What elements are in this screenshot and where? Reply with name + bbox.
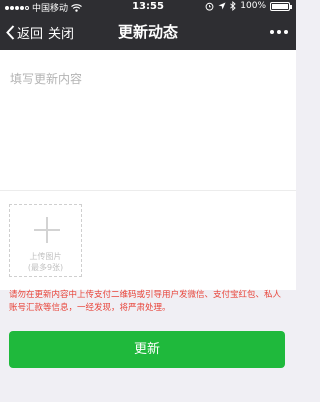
upload-label: 上传图片 <box>29 252 62 261</box>
close-button[interactable]: 关闭 <box>48 14 74 50</box>
battery-percent: 100% <box>240 1 266 11</box>
more-dot-icon <box>284 30 288 34</box>
upload-limit: (最多9张) <box>27 263 64 272</box>
status-right: 100% <box>205 1 292 11</box>
submit-update-button[interactable]: 更新 <box>9 331 285 368</box>
status-bar: 中国移动 13:55 100% <box>0 0 296 14</box>
more-dot-icon <box>277 30 281 34</box>
update-content-input[interactable] <box>0 50 296 190</box>
upload-image-button[interactable]: 上传图片 (最多9张) <box>9 204 82 277</box>
chevron-left-icon <box>6 24 15 40</box>
bluetooth-icon <box>230 1 236 11</box>
photo-section: 上传图片 (最多9张) <box>0 190 296 290</box>
plus-icon <box>34 217 60 243</box>
more-options-button[interactable] <box>270 14 288 50</box>
compose-area <box>0 50 296 190</box>
back-label: 返回 <box>17 26 44 42</box>
warning-notice: 请勿在更新内容中上传支付二维码或引导用户发微信、支付宝红包、私人账号汇款等信息，… <box>9 290 282 313</box>
navigation-bar: 返回 关闭 更新动态 <box>0 14 296 50</box>
location-icon <box>218 2 226 10</box>
more-dot-icon <box>270 30 274 34</box>
alarm-icon <box>205 2 214 11</box>
page-title: 更新动态 <box>117 23 178 41</box>
back-button[interactable]: 返回 <box>6 14 43 50</box>
battery-icon <box>270 1 292 11</box>
